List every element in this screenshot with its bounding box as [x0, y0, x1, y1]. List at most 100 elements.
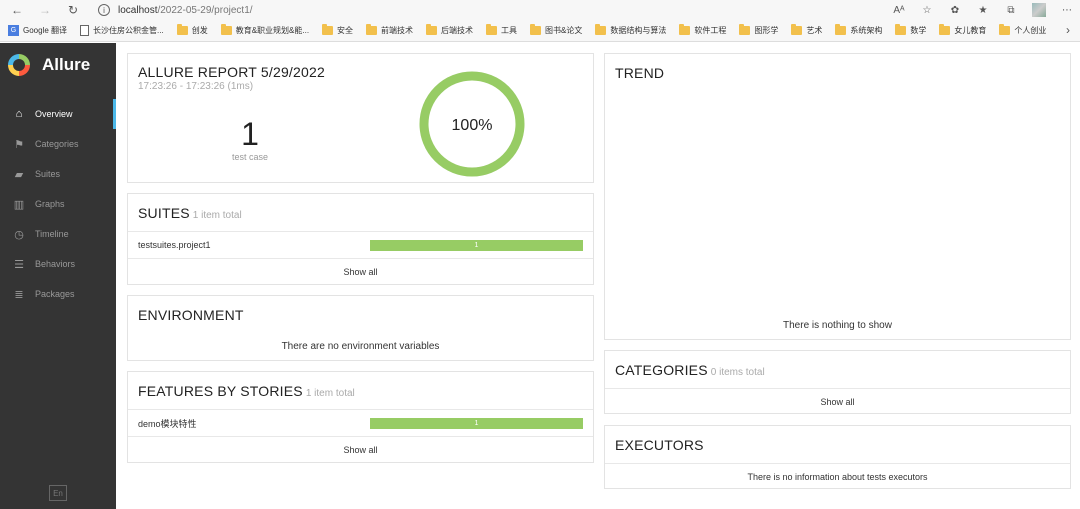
bookmark-label: 系统架构 — [850, 26, 883, 35]
trend-widget: TREND There is nothing to show — [604, 53, 1071, 340]
brand[interactable]: Allure — [0, 43, 116, 87]
bookmark-item[interactable]: 女儿教育 — [939, 24, 987, 36]
bookmark-label: 数学 — [910, 26, 927, 35]
bookmark-item[interactable]: G Google 翻译 — [8, 25, 67, 36]
sidebar-item-packages[interactable]: ≣ Packages — [0, 279, 116, 309]
info-icon[interactable]: i — [98, 4, 110, 16]
test-count: 1 — [241, 116, 259, 152]
bookmark-label: 后端技术 — [441, 26, 474, 35]
browser-toolbar: ← → ↻ i localhost/2022-05-29/project1/ A… — [0, 0, 1080, 20]
favorites-icon[interactable]: ★ — [976, 3, 990, 17]
bookmark-label: 软件工程 — [694, 26, 727, 35]
suite-row[interactable]: testsuites.project1 1 — [128, 231, 593, 258]
more-menu-icon[interactable]: ⋯ — [1060, 3, 1074, 17]
folder-icon — [426, 24, 438, 35]
url-host: localhost — [118, 4, 158, 16]
bookmark-label: 艺术 — [806, 26, 823, 35]
bookmark-item[interactable]: 数学 — [895, 24, 927, 36]
address-bar[interactable]: localhost/2022-05-29/project1/ — [118, 5, 253, 16]
back-arrow-icon[interactable]: ← — [8, 1, 26, 19]
sidebar-item-timeline[interactable]: ◷ Timeline — [0, 219, 116, 249]
suites-title: SUITES 1 item total — [138, 205, 242, 221]
environment-empty-message: There are no environment variables — [281, 341, 440, 352]
bookmark-label: 数据结构与算法 — [610, 26, 667, 35]
test-count-label: test case — [231, 152, 269, 162]
bookmark-item[interactable]: 图书&论文 — [530, 24, 583, 36]
bookmark-item[interactable]: 数据结构与算法 — [595, 24, 667, 36]
extensions-icon[interactable]: ✿ — [948, 3, 962, 17]
bookmark-label: 女儿教育 — [954, 26, 987, 35]
feature-passed-bar: 1 — [370, 417, 583, 429]
sidebar-item-graphs[interactable]: ▥ Graphs — [0, 189, 116, 219]
folder-icon — [486, 24, 498, 35]
categories-title-text: CATEGORIES — [615, 361, 708, 378]
suite-passed-bar: 1 — [370, 239, 583, 251]
bookmark-item[interactable]: 艺术 — [791, 24, 823, 36]
folder-icon — [739, 24, 751, 35]
categories-show-all-button[interactable]: Show all — [605, 388, 1070, 414]
bookmark-label: 工具 — [501, 26, 518, 35]
bookmark-item[interactable]: 创发 — [176, 24, 208, 36]
packages-icon: ≣ — [14, 288, 24, 301]
executors-widget: EXECUTORS There is no information about … — [604, 425, 1071, 489]
bookmark-item[interactable]: 个人创业 — [999, 24, 1047, 36]
bookmark-item[interactable]: 教育&职业规划&能... — [220, 24, 310, 36]
sidebar-item-behaviors[interactable]: ☰ Behaviors — [0, 249, 116, 279]
pass-rate-label: 100% — [452, 117, 493, 134]
summary-widget: ALLURE REPORT 5/29/2022 17:23:26 - 17:23… — [127, 53, 594, 183]
report-title: ALLURE REPORT 5/29/2022 — [138, 64, 325, 80]
clock-icon: ◷ — [14, 228, 24, 241]
bookmark-label: 图形学 — [754, 26, 779, 35]
suites-title-text: SUITES — [138, 204, 190, 221]
trend-empty-message: There is nothing to show — [783, 320, 892, 331]
features-title-text: FEATURES BY STORIES — [138, 382, 303, 399]
collections-icon[interactable]: ⧉ — [1004, 3, 1018, 17]
bookmark-label: 个人创业 — [1014, 26, 1047, 35]
sidebar-item-suites[interactable]: ▰ Suites — [0, 159, 116, 189]
sidebar-item-overview[interactable]: ⌂ Overview — [0, 99, 116, 129]
allure-logo-icon — [8, 54, 30, 76]
reload-icon[interactable]: ↻ — [64, 1, 82, 19]
feature-row[interactable]: demo模块特性 1 — [128, 409, 593, 436]
folder-icon — [895, 24, 907, 35]
bookmark-label: 图书&论文 — [545, 26, 583, 35]
add-favorite-icon[interactable]: ☆ — [920, 3, 934, 17]
suite-passed-count: 1 — [474, 241, 479, 249]
sidebar-item-label: Overview — [35, 109, 73, 119]
report-time-range: 17:23:26 - 17:23:26 (1ms) — [138, 81, 254, 92]
forward-arrow-icon[interactable]: → — [36, 1, 54, 19]
environment-widget: ENVIRONMENT There are no environment var… — [127, 295, 594, 361]
bookmark-item[interactable]: 工具 — [486, 24, 518, 36]
sidebar-item-label: Timeline — [35, 229, 69, 239]
chevron-right-icon[interactable]: › — [1066, 23, 1070, 37]
folder-icon — [679, 24, 691, 35]
read-aloud-icon[interactable]: Aᴬ — [892, 3, 906, 17]
bookmarks-bar: G Google 翻译 长沙住房公积金管... 创发 教育&职业规划&能... 安全 前端技… — [0, 20, 1080, 42]
suites-widget: SUITES 1 item total testsuites.project1 1… — [127, 193, 594, 285]
folder-icon — [176, 24, 188, 35]
list-icon: ☰ — [14, 258, 24, 271]
bookmark-label: 教育&职业规划&能... — [235, 26, 310, 35]
categories-subtitle: 0 items total — [710, 366, 765, 378]
folder-icon — [530, 24, 542, 35]
briefcase-icon: ▰ — [14, 168, 24, 181]
features-show-all-button[interactable]: Show all — [128, 436, 593, 462]
bookmark-item[interactable]: 后端技术 — [426, 24, 474, 36]
language-toggle[interactable]: En — [49, 485, 67, 501]
sidebar-item-label: Categories — [35, 139, 79, 149]
bookmark-item[interactable]: 图形学 — [739, 24, 779, 36]
bookmark-item[interactable]: 安全 — [322, 24, 353, 36]
bookmark-label: 前端技术 — [381, 26, 414, 35]
profile-avatar[interactable] — [1032, 3, 1046, 17]
sidebar-item-categories[interactable]: ⚑ Categories — [0, 129, 116, 159]
pass-rate-donut[interactable]: 100% — [417, 69, 527, 179]
bookmark-item[interactable]: 长沙住房公积金管... — [80, 25, 164, 36]
bookmark-label: 长沙住房公积金管... — [93, 26, 164, 35]
suites-show-all-button[interactable]: Show all — [128, 258, 593, 284]
environment-title: ENVIRONMENT — [138, 306, 244, 323]
bookmark-item[interactable]: 系统架构 — [835, 24, 883, 36]
bookmark-item[interactable]: 前端技术 — [366, 24, 414, 36]
bookmark-item[interactable]: 软件工程 — [679, 24, 727, 36]
features-widget: FEATURES BY STORIES 1 item total demo模块特性… — [127, 371, 594, 463]
categories-title: CATEGORIES 0 items total — [615, 362, 765, 378]
